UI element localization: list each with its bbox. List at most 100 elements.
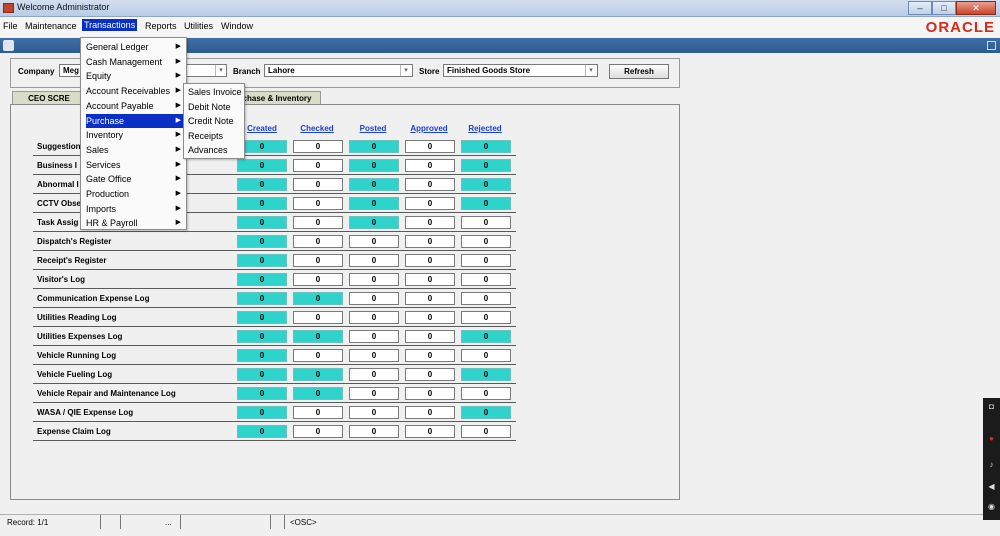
count-cell-checked[interactable]: 0 xyxy=(293,235,343,248)
menu-item-sales[interactable]: Sales ▶ xyxy=(86,143,184,157)
count-cell-posted[interactable]: 0 xyxy=(349,349,399,362)
count-cell-checked[interactable]: 0 xyxy=(293,311,343,324)
count-cell-approved[interactable]: 0 xyxy=(405,425,455,438)
count-cell-rejected[interactable]: 0 xyxy=(461,140,511,153)
count-cell-rejected[interactable]: 0 xyxy=(461,292,511,305)
count-cell-checked[interactable]: 0 xyxy=(293,140,343,153)
tab-ceo-screen[interactable]: CEO SCRE xyxy=(12,91,86,105)
menu-item-gate-office[interactable]: Gate Office ▶ xyxy=(86,172,184,186)
count-cell-approved[interactable]: 0 xyxy=(405,254,455,267)
count-cell-checked[interactable]: 0 xyxy=(293,273,343,286)
count-cell-checked[interactable]: 0 xyxy=(293,368,343,381)
count-cell-checked[interactable]: 0 xyxy=(293,216,343,229)
speaker-icon[interactable]: ◀ xyxy=(986,482,997,491)
submenu-advances[interactable]: Advances xyxy=(188,145,228,155)
close-button[interactable]: ✕ xyxy=(956,1,996,15)
count-cell-checked[interactable]: 0 xyxy=(293,178,343,191)
count-cell-rejected[interactable]: 0 xyxy=(461,159,511,172)
menu-item-account-receivables[interactable]: Account Receivables ▶ xyxy=(86,84,184,98)
count-cell-created[interactable]: 0 xyxy=(237,178,287,191)
submenu-sales-invoice[interactable]: Sales Invoice xyxy=(188,87,242,97)
menu-item-equity[interactable]: Equity ▶ xyxy=(86,69,184,83)
column-approved[interactable]: Approved xyxy=(403,124,455,133)
count-cell-approved[interactable]: 0 xyxy=(405,330,455,343)
count-cell-rejected[interactable]: 0 xyxy=(461,425,511,438)
count-cell-approved[interactable]: 0 xyxy=(405,273,455,286)
count-cell-approved[interactable]: 0 xyxy=(405,178,455,191)
count-cell-rejected[interactable]: 0 xyxy=(461,406,511,419)
count-cell-posted[interactable]: 0 xyxy=(349,387,399,400)
count-cell-rejected[interactable]: 0 xyxy=(461,197,511,210)
count-cell-checked[interactable]: 0 xyxy=(293,330,343,343)
tab-purchase-inventory[interactable]: chase & Inventory xyxy=(233,91,321,105)
count-cell-checked[interactable]: 0 xyxy=(293,159,343,172)
count-cell-approved[interactable]: 0 xyxy=(405,216,455,229)
count-cell-rejected[interactable]: 0 xyxy=(461,330,511,343)
count-cell-rejected[interactable]: 0 xyxy=(461,216,511,229)
branch-dropdown-icon[interactable]: ▾ xyxy=(400,65,411,76)
camera-icon[interactable]: ◘ xyxy=(986,402,997,411)
minimize-button[interactable]: – xyxy=(908,1,932,15)
count-cell-created[interactable]: 0 xyxy=(237,254,287,267)
column-rejected[interactable]: Rejected xyxy=(459,124,511,133)
count-cell-approved[interactable]: 0 xyxy=(405,159,455,172)
count-cell-created[interactable]: 0 xyxy=(237,235,287,248)
count-cell-checked[interactable]: 0 xyxy=(293,425,343,438)
count-cell-created[interactable]: 0 xyxy=(237,387,287,400)
count-cell-posted[interactable]: 0 xyxy=(349,406,399,419)
count-cell-created[interactable]: 0 xyxy=(237,197,287,210)
count-cell-created[interactable]: 0 xyxy=(237,159,287,172)
count-cell-posted[interactable]: 0 xyxy=(349,254,399,267)
menu-item-services[interactable]: Services ▶ xyxy=(86,158,184,172)
menu-item-cash-management[interactable]: Cash Management ▶ xyxy=(86,55,184,69)
menu-reports[interactable]: Reports xyxy=(145,21,177,31)
maximize-button[interactable]: □ xyxy=(932,1,956,15)
submenu-receipts[interactable]: Receipts xyxy=(188,131,223,141)
count-cell-created[interactable]: 0 xyxy=(237,216,287,229)
count-cell-approved[interactable]: 0 xyxy=(405,235,455,248)
store-field[interactable]: Finished Goods Store xyxy=(443,64,598,77)
count-cell-posted[interactable]: 0 xyxy=(349,178,399,191)
count-cell-posted[interactable]: 0 xyxy=(349,159,399,172)
menu-item-account-payable[interactable]: Account Payable ▶ xyxy=(86,99,184,113)
menu-item-inventory[interactable]: Inventory ▶ xyxy=(86,128,184,142)
count-cell-posted[interactable]: 0 xyxy=(349,292,399,305)
menu-item-general-ledger[interactable]: General Ledger ▶ xyxy=(86,40,184,54)
count-cell-rejected[interactable]: 0 xyxy=(461,273,511,286)
menu-transactions[interactable]: Transactions xyxy=(82,19,138,31)
count-cell-approved[interactable]: 0 xyxy=(405,368,455,381)
count-cell-approved[interactable]: 0 xyxy=(405,292,455,305)
count-cell-posted[interactable]: 0 xyxy=(349,311,399,324)
count-cell-posted[interactable]: 0 xyxy=(349,216,399,229)
count-cell-created[interactable]: 0 xyxy=(237,330,287,343)
menu-item-imports[interactable]: Imports ▶ xyxy=(86,202,184,216)
branch-field[interactable]: Lahore xyxy=(264,64,413,77)
count-cell-approved[interactable]: 0 xyxy=(405,406,455,419)
menu-window[interactable]: Window xyxy=(221,21,253,31)
count-cell-rejected[interactable]: 0 xyxy=(461,254,511,267)
submenu-credit-note[interactable]: Credit Note xyxy=(188,116,234,126)
webcam-icon[interactable]: ◉ xyxy=(986,502,997,511)
count-cell-created[interactable]: 0 xyxy=(237,349,287,362)
count-cell-rejected[interactable]: 0 xyxy=(461,311,511,324)
menu-maintenance[interactable]: Maintenance xyxy=(25,21,77,31)
count-cell-rejected[interactable]: 0 xyxy=(461,178,511,191)
column-posted[interactable]: Posted xyxy=(347,124,399,133)
count-cell-checked[interactable]: 0 xyxy=(293,406,343,419)
count-cell-checked[interactable]: 0 xyxy=(293,349,343,362)
count-cell-approved[interactable]: 0 xyxy=(405,349,455,362)
record-icon[interactable]: ● xyxy=(986,434,997,443)
column-checked[interactable]: Checked xyxy=(291,124,343,133)
count-cell-posted[interactable]: 0 xyxy=(349,197,399,210)
count-cell-posted[interactable]: 0 xyxy=(349,235,399,248)
count-cell-posted[interactable]: 0 xyxy=(349,368,399,381)
count-cell-rejected[interactable]: 0 xyxy=(461,368,511,381)
count-cell-rejected[interactable]: 0 xyxy=(461,235,511,248)
count-cell-created[interactable]: 0 xyxy=(237,311,287,324)
count-cell-checked[interactable]: 0 xyxy=(293,254,343,267)
count-cell-checked[interactable]: 0 xyxy=(293,197,343,210)
microphone-icon[interactable]: ♪ xyxy=(986,460,997,469)
store-dropdown-icon[interactable]: ▾ xyxy=(585,65,596,76)
count-cell-created[interactable]: 0 xyxy=(237,292,287,305)
count-cell-approved[interactable]: 0 xyxy=(405,311,455,324)
